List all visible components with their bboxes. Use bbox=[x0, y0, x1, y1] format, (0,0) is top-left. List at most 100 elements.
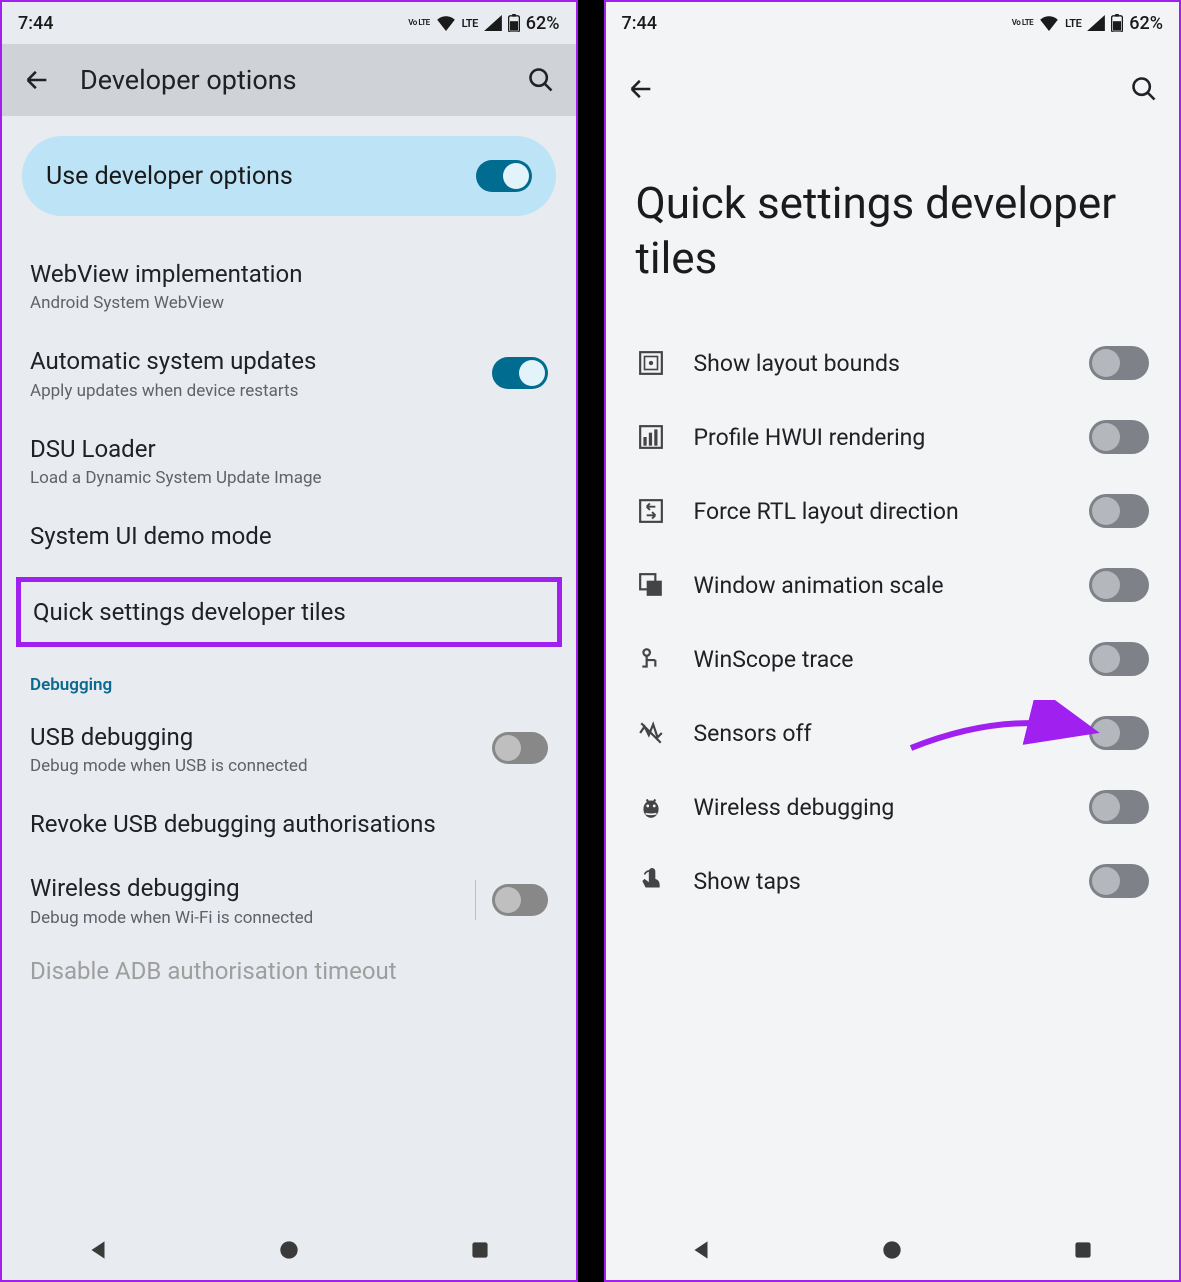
tile-switch[interactable] bbox=[1089, 346, 1149, 380]
tile-row-wireless-debug[interactable]: Wireless debugging bbox=[606, 770, 1180, 844]
tile-label: WinScope trace bbox=[694, 646, 1062, 673]
tile-row-force-rtl[interactable]: Force RTL layout direction bbox=[606, 474, 1180, 548]
tile-row-layout-bounds[interactable]: Show layout bounds bbox=[606, 326, 1180, 400]
search-icon bbox=[527, 66, 555, 94]
nav-home-button[interactable] bbox=[879, 1237, 905, 1263]
battery-percent: 62% bbox=[1129, 13, 1163, 34]
tile-label: Profile HWUI rendering bbox=[694, 424, 1062, 451]
tile-row-profile-hwui[interactable]: Profile HWUI rendering bbox=[606, 400, 1180, 474]
status-indicators: Vo LTE LTE 62% bbox=[408, 13, 559, 34]
nav-back-button[interactable] bbox=[85, 1237, 111, 1263]
phone-screenshot-right: 7:44 Vo LTE LTE 62% Quick settings devel… bbox=[604, 0, 1181, 1282]
status-indicators: Vo LTE LTE 62% bbox=[1012, 13, 1163, 34]
master-toggle-label: Use developer options bbox=[46, 162, 293, 191]
phone-screenshot-left: 7:44 Vo LTE LTE 62% Developer options Us… bbox=[0, 0, 578, 1282]
window-anim-icon bbox=[636, 570, 666, 600]
tile-label: Force RTL layout direction bbox=[694, 498, 1062, 525]
setting-subtitle: Android System WebView bbox=[30, 293, 548, 313]
profile-hwui-icon bbox=[636, 422, 666, 452]
signal-icon bbox=[484, 15, 502, 31]
status-bar: 7:44 Vo LTE LTE 62% bbox=[606, 2, 1180, 44]
screenshot-divider bbox=[578, 0, 604, 1282]
tile-label: Window animation scale bbox=[694, 572, 1062, 599]
setting-title: WebView implementation bbox=[30, 258, 548, 290]
tile-row-sensors-off[interactable]: Sensors off bbox=[606, 696, 1180, 770]
setting-title: Quick settings developer tiles bbox=[33, 598, 545, 626]
lte-label: LTE bbox=[462, 17, 478, 30]
winscope-icon bbox=[636, 644, 666, 674]
tile-switch[interactable] bbox=[1089, 864, 1149, 898]
setting-subtitle: Debug mode when USB is connected bbox=[30, 756, 476, 776]
master-toggle-switch[interactable] bbox=[476, 160, 532, 192]
sensors-off-icon bbox=[636, 718, 666, 748]
lte-label: LTE bbox=[1065, 17, 1081, 30]
setting-subtitle: Apply updates when device restarts bbox=[30, 381, 476, 401]
battery-icon bbox=[1111, 14, 1123, 32]
search-button[interactable] bbox=[1129, 74, 1159, 104]
wireless-debug-icon bbox=[636, 792, 666, 822]
highlighted-setting[interactable]: Quick settings developer tiles bbox=[16, 577, 562, 647]
tile-row-winscope[interactable]: WinScope trace bbox=[606, 622, 1180, 696]
setting-dsu-loader[interactable]: DSU Loader Load a Dynamic System Update … bbox=[2, 417, 576, 504]
tile-switch[interactable] bbox=[1089, 568, 1149, 602]
tile-switch[interactable] bbox=[1089, 420, 1149, 454]
setting-system-ui-demo[interactable]: System UI demo mode bbox=[2, 504, 576, 568]
wifi-icon bbox=[1039, 15, 1059, 31]
setting-title: Wireless debugging bbox=[30, 872, 459, 904]
section-debugging: Debugging bbox=[2, 655, 576, 705]
nav-recents-button[interactable] bbox=[467, 1237, 493, 1263]
wifi-icon bbox=[436, 15, 456, 31]
tile-label: Sensors off bbox=[694, 720, 1062, 747]
show-taps-icon bbox=[636, 866, 666, 896]
tile-row-show-taps[interactable]: Show taps bbox=[606, 844, 1180, 918]
tile-switch[interactable] bbox=[1089, 642, 1149, 676]
setting-title: USB debugging bbox=[30, 721, 476, 753]
nav-bar bbox=[606, 1220, 1180, 1280]
setting-auto-updates[interactable]: Automatic system updates Apply updates w… bbox=[2, 329, 576, 416]
tile-switch[interactable] bbox=[1089, 494, 1149, 528]
nav-back-button[interactable] bbox=[688, 1237, 714, 1263]
tiles-list: Show layout bounds Profile HWUI rendering… bbox=[606, 326, 1180, 918]
setting-revoke-usb[interactable]: Revoke USB debugging authorisations bbox=[2, 792, 576, 856]
search-button[interactable] bbox=[526, 65, 556, 95]
tile-row-window-anim[interactable]: Window animation scale bbox=[606, 548, 1180, 622]
setting-disable-adb-timeout[interactable]: Disable ADB authorisation timeout bbox=[2, 944, 576, 987]
setting-title: DSU Loader bbox=[30, 433, 548, 465]
usb-debugging-switch[interactable] bbox=[492, 732, 548, 764]
tile-switch[interactable] bbox=[1089, 716, 1149, 750]
search-icon bbox=[1130, 75, 1158, 103]
setting-subtitle: Load a Dynamic System Update Image bbox=[30, 468, 548, 488]
back-arrow-icon bbox=[627, 75, 655, 103]
setting-title: Revoke USB debugging authorisations bbox=[30, 808, 548, 840]
battery-icon bbox=[508, 14, 520, 32]
setting-title: Automatic system updates bbox=[30, 345, 476, 377]
setting-webview[interactable]: WebView implementation Android System We… bbox=[2, 242, 576, 329]
tile-label: Show layout bounds bbox=[694, 350, 1062, 377]
back-arrow-icon bbox=[23, 66, 51, 94]
status-bar: 7:44 Vo LTE LTE 62% bbox=[2, 2, 576, 44]
divider bbox=[475, 880, 476, 919]
auto-updates-switch[interactable] bbox=[492, 357, 548, 389]
nav-recents-button[interactable] bbox=[1070, 1237, 1096, 1263]
tile-label: Wireless debugging bbox=[694, 794, 1062, 821]
volte-icon: Vo LTE bbox=[1012, 20, 1033, 26]
force-rtl-icon bbox=[636, 496, 666, 526]
setting-title: System UI demo mode bbox=[30, 520, 548, 552]
battery-percent: 62% bbox=[526, 13, 560, 34]
app-bar bbox=[606, 44, 1180, 116]
setting-wireless-debugging[interactable]: Wireless debugging Debug mode when Wi-Fi… bbox=[2, 856, 576, 943]
back-button[interactable] bbox=[626, 74, 656, 104]
back-button[interactable] bbox=[22, 65, 52, 95]
page-title: Developer options bbox=[80, 64, 498, 96]
signal-icon bbox=[1087, 15, 1105, 31]
setting-subtitle: Debug mode when Wi-Fi is connected bbox=[30, 908, 459, 928]
setting-usb-debugging[interactable]: USB debugging Debug mode when USB is con… bbox=[2, 705, 576, 792]
app-bar: Developer options bbox=[2, 44, 576, 116]
wireless-debugging-switch[interactable] bbox=[492, 884, 548, 916]
tile-switch[interactable] bbox=[1089, 790, 1149, 824]
content-area: Use developer options WebView implementa… bbox=[2, 116, 576, 987]
page-title: Quick settings developer tiles bbox=[606, 116, 1180, 326]
nav-home-button[interactable] bbox=[276, 1237, 302, 1263]
master-toggle-row[interactable]: Use developer options bbox=[22, 136, 556, 216]
nav-bar bbox=[2, 1220, 576, 1280]
